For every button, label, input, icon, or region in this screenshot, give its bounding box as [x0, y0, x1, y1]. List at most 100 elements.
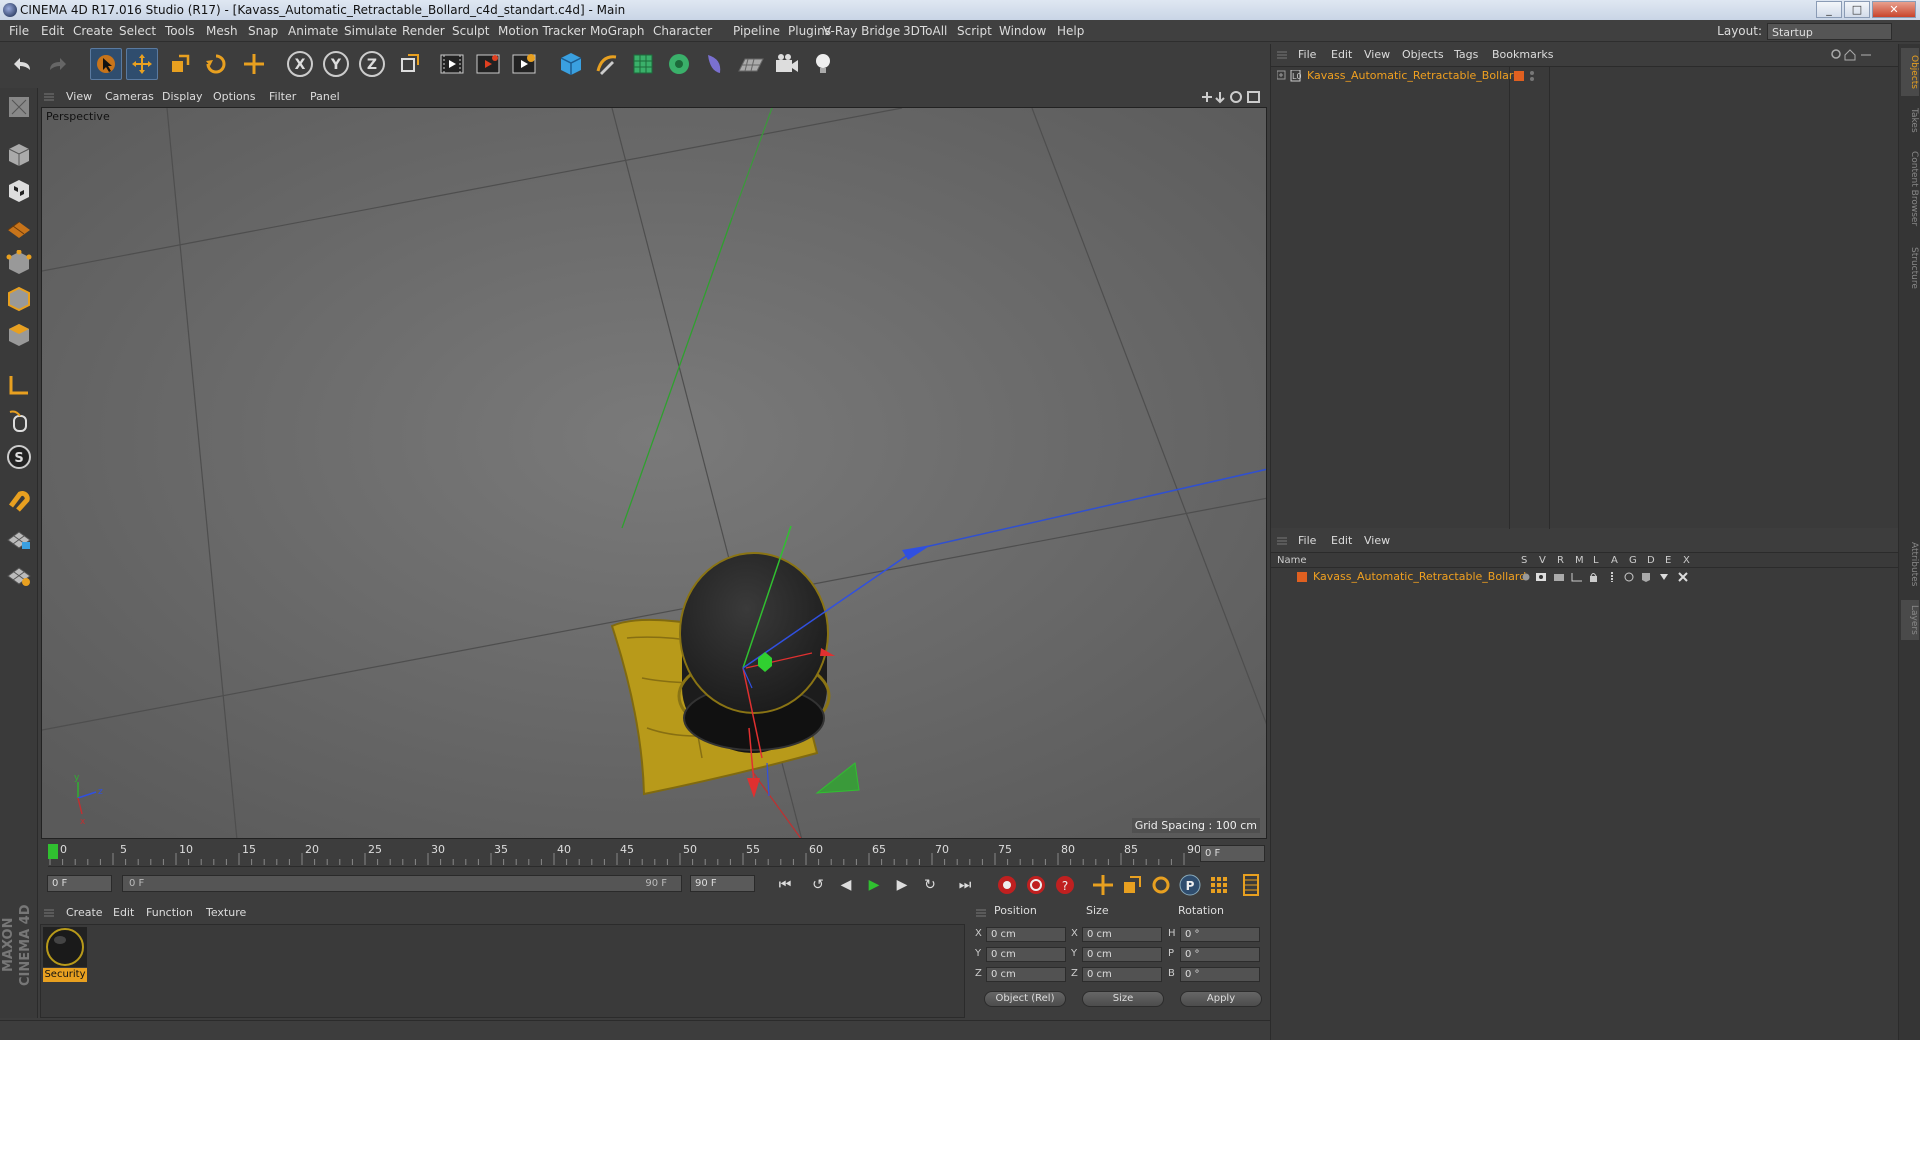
om-menu-file[interactable]: File: [1298, 45, 1316, 65]
lm-menu-view[interactable]: View: [1364, 531, 1390, 551]
playhead-marker[interactable]: [48, 844, 58, 859]
z-axis-toggle[interactable]: Z: [356, 48, 388, 80]
viewport-menu-filter[interactable]: Filter: [269, 87, 296, 107]
polygons-mode-icon[interactable]: [4, 320, 34, 350]
menu-edit[interactable]: Edit: [41, 20, 64, 42]
workplane-lock-icon[interactable]: [4, 524, 34, 554]
menu-3dtoall[interactable]: 3DToAll: [903, 20, 947, 42]
key-scale-icon[interactable]: [1119, 872, 1145, 898]
apply-button[interactable]: Apply: [1180, 991, 1262, 1007]
material-menu-edit[interactable]: Edit: [113, 903, 134, 923]
lm-menu-file[interactable]: File: [1298, 531, 1316, 551]
rotate-tool-icon[interactable]: [200, 48, 232, 80]
end-frame-field[interactable]: 90 F: [690, 875, 755, 892]
menu-sculpt[interactable]: Sculpt: [452, 20, 489, 42]
visibility-dots-icon[interactable]: [1529, 70, 1535, 82]
key-pla-icon[interactable]: [1206, 872, 1232, 898]
menu-tools[interactable]: Tools: [165, 20, 195, 42]
col-xref[interactable]: X: [1683, 553, 1690, 568]
record-active-icon[interactable]: [994, 872, 1020, 898]
viewport-nav-icons[interactable]: [1200, 90, 1262, 104]
undo-icon[interactable]: [6, 48, 38, 80]
om-menu-edit[interactable]: Edit: [1331, 45, 1352, 65]
next-key-icon[interactable]: ↻: [917, 872, 943, 898]
frame-range-slider[interactable]: 0 F 90 F: [122, 875, 682, 892]
minimize-button[interactable]: _: [1816, 1, 1842, 18]
current-frame-field[interactable]: 0 F: [1200, 845, 1265, 862]
coordinate-system-icon[interactable]: [393, 48, 425, 80]
menu-select[interactable]: Select: [119, 20, 156, 42]
x-axis-toggle[interactable]: X: [284, 48, 316, 80]
tab-layers[interactable]: Layers: [1901, 600, 1919, 640]
timeline-window-icon[interactable]: [1238, 872, 1264, 898]
next-frame-icon[interactable]: ▶: [889, 872, 915, 898]
material-swatch-security[interactable]: Security: [43, 927, 87, 983]
menu-pipeline[interactable]: Pipeline: [733, 20, 780, 42]
position-x-field[interactable]: 0 cm: [986, 927, 1066, 942]
rotation-b-field[interactable]: 0 °: [1180, 967, 1260, 982]
col-view[interactable]: V: [1539, 553, 1546, 568]
object-expand-icon[interactable]: L0: [1277, 70, 1301, 82]
material-manager[interactable]: Security: [40, 924, 965, 1018]
lm-menu-edit[interactable]: Edit: [1331, 531, 1352, 551]
y-axis-toggle[interactable]: Y: [320, 48, 352, 80]
points-mode-icon[interactable]: [4, 248, 34, 278]
om-menu-view[interactable]: View: [1364, 45, 1390, 65]
menu-script[interactable]: Script: [957, 20, 992, 42]
rotation-h-field[interactable]: 0 °: [1180, 927, 1260, 942]
subdivision-surface-icon[interactable]: [627, 48, 659, 80]
render-settings-icon[interactable]: [508, 48, 540, 80]
scale-tool-icon[interactable]: [164, 48, 196, 80]
cloner-icon[interactable]: [663, 48, 695, 80]
object-manager-list[interactable]: L0 Kavass_Automatic_Retractable_Bollard: [1271, 66, 1901, 529]
om-menu-objects[interactable]: Objects: [1402, 45, 1444, 65]
menu-motion-tracker[interactable]: Motion Tracker: [498, 20, 586, 42]
previous-frame-icon[interactable]: ◀: [833, 872, 859, 898]
menu-simulate[interactable]: Simulate: [344, 20, 397, 42]
menu-help[interactable]: Help: [1057, 20, 1084, 42]
om-nav-icons[interactable]: [1831, 49, 1875, 61]
play-forward-icon[interactable]: ▶: [861, 872, 887, 898]
deformer-icon[interactable]: [699, 48, 731, 80]
size-mode-dropdown[interactable]: Size: [1082, 991, 1164, 1007]
move-tool-icon[interactable]: [126, 48, 158, 80]
size-x-field[interactable]: 0 cm: [1082, 927, 1162, 942]
pen-spline-icon[interactable]: [591, 48, 623, 80]
menu-mesh[interactable]: Mesh: [206, 20, 238, 42]
render-view-icon[interactable]: [436, 48, 468, 80]
menu-animate[interactable]: Animate: [288, 20, 338, 42]
maximize-button[interactable]: □: [1844, 1, 1870, 18]
previous-key-icon[interactable]: ↺: [805, 872, 831, 898]
key-rotation-icon[interactable]: [1148, 872, 1174, 898]
col-expressions[interactable]: E: [1665, 553, 1671, 568]
key-parameter-icon[interactable]: P: [1177, 872, 1203, 898]
menu-mograph[interactable]: MoGraph: [590, 20, 645, 42]
redo-icon[interactable]: [42, 48, 74, 80]
col-generators[interactable]: G: [1629, 553, 1637, 568]
col-animation[interactable]: A: [1611, 553, 1618, 568]
edges-mode-icon[interactable]: [4, 284, 34, 314]
workplane-mode-icon[interactable]: [4, 212, 34, 242]
go-to-start-icon[interactable]: ⏮: [772, 872, 798, 898]
layer-name[interactable]: Kavass_Automatic_Retractable_Bollard: [1313, 569, 1526, 585]
axis-mode-icon[interactable]: [4, 370, 34, 400]
viewport-menu-cameras[interactable]: Cameras: [105, 87, 154, 107]
frame-ruler[interactable]: 0 5 10 15 20 25 30 35 40 45 50 55 60 65 …: [48, 841, 1201, 867]
position-y-field[interactable]: 0 cm: [986, 947, 1066, 962]
layer-manager[interactable]: Name S V R M L A G D E X Kavass_Automati…: [1271, 552, 1901, 1040]
solo-mode-icon[interactable]: S: [4, 442, 34, 472]
autokey-icon[interactable]: [1023, 872, 1049, 898]
menu-character[interactable]: Character: [653, 20, 712, 42]
menu-file[interactable]: File: [9, 20, 29, 42]
material-menu-create[interactable]: Create: [66, 903, 103, 923]
col-name[interactable]: Name: [1277, 553, 1307, 568]
tab-content-browser[interactable]: Content Browser: [1901, 144, 1919, 234]
layer-row[interactable]: Kavass_Automatic_Retractable_Bollard: [1271, 569, 1901, 585]
menu-vray-bridge[interactable]: V-Ray Bridge: [823, 20, 900, 42]
texture-mode-icon[interactable]: [4, 176, 34, 206]
viewport-menu-options[interactable]: Options: [213, 87, 255, 107]
keyframe-selection-icon[interactable]: ?: [1052, 872, 1078, 898]
select-arrow-icon[interactable]: [90, 48, 122, 80]
menu-window[interactable]: Window: [999, 20, 1046, 42]
om-menu-bookmarks[interactable]: Bookmarks: [1492, 45, 1553, 65]
